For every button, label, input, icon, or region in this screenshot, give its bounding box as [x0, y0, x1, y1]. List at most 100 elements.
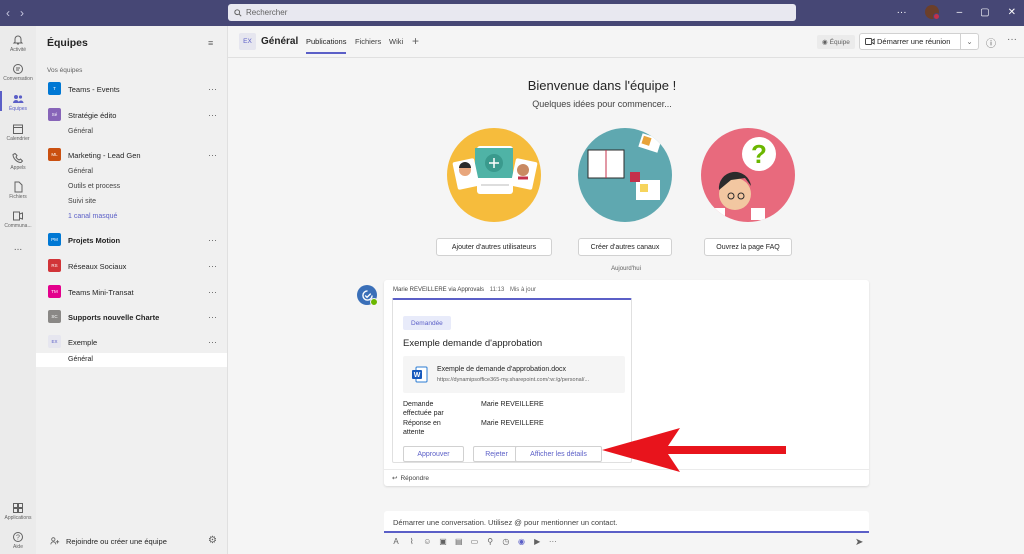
svg-text:W: W: [414, 372, 421, 379]
more-options-icon[interactable]: ···: [208, 287, 217, 297]
filter-icon[interactable]: ≡: [208, 38, 213, 48]
message-time: 11:13: [489, 287, 505, 293]
more-icon: ...: [13, 242, 23, 253]
team-item[interactable]: RS Réseaux Sociaux ···: [36, 257, 228, 275]
requested-by-label: Demande effectuée par: [403, 401, 444, 417]
approvals-avatar[interactable]: [357, 285, 378, 306]
create-channels-button[interactable]: Créer d'autres canaux: [578, 238, 672, 256]
team-item[interactable]: SC Supports nouvelle Charte ···: [36, 308, 228, 326]
team-item[interactable]: EX Exemple ···: [36, 333, 228, 351]
minimize-icon[interactable]: –: [957, 7, 963, 18]
rail-chat[interactable]: Conversation: [0, 63, 36, 82]
attachment[interactable]: W Exemple de demande d'approbation.docx …: [403, 356, 625, 393]
more-options-icon[interactable]: ···: [208, 337, 217, 347]
schedule-icon[interactable]: ◷: [501, 537, 511, 546]
open-faq-button[interactable]: Ouvrez la page FAQ: [704, 238, 792, 256]
rail-activity[interactable]: Activité: [0, 34, 36, 53]
team-item[interactable]: ML Marketing - Lead Gen ···: [36, 146, 228, 164]
channel-item[interactable]: Outils et process: [68, 183, 120, 190]
rail-more[interactable]: ...: [0, 242, 36, 253]
more-options-icon[interactable]: ···: [208, 261, 217, 271]
team-item[interactable]: PM Projets Motion ···: [36, 231, 228, 249]
more-options-icon[interactable]: ···: [208, 312, 217, 322]
attach-icon[interactable]: ⌇: [407, 537, 417, 546]
restore-icon[interactable]: ▢: [980, 7, 989, 18]
create-channels-illustration: [578, 128, 672, 222]
emoji-icon[interactable]: ☺: [422, 537, 432, 546]
faq-illustration: ?: [701, 128, 795, 222]
rail-calls[interactable]: Appels: [0, 152, 36, 171]
team-button[interactable]: ◉ Équipe: [817, 35, 855, 49]
chat-icon: [13, 64, 23, 74]
more-options-icon[interactable]: ···: [208, 84, 217, 94]
forward-arrow-icon[interactable]: ›: [20, 6, 24, 20]
reject-button[interactable]: Rejeter: [473, 446, 520, 462]
channel-item[interactable]: Général: [68, 168, 93, 175]
add-tab-icon[interactable]: +: [412, 34, 419, 48]
rail-help[interactable]: ? Aide: [0, 531, 36, 550]
team-button-label: Équipe: [829, 38, 850, 46]
channel-item[interactable]: Suivi site: [68, 198, 96, 205]
rail-communities[interactable]: Communa...: [0, 210, 36, 229]
more-options-icon[interactable]: ···: [208, 235, 217, 245]
rail-apps[interactable]: Applications: [0, 502, 36, 521]
format-icon[interactable]: A: [391, 537, 401, 546]
tab-files[interactable]: Fichiers: [355, 37, 381, 46]
panel-title: Équipes: [47, 37, 88, 49]
more-options-icon[interactable]: ···: [208, 110, 217, 120]
gif-icon[interactable]: ▣: [438, 537, 448, 546]
team-item[interactable]: Sé Stratégie édito ···: [36, 106, 228, 124]
active-channel-highlight: [36, 353, 227, 367]
chevron-down-icon[interactable]: ⌄: [960, 34, 978, 49]
rail-calendar[interactable]: Calendrier: [0, 123, 36, 142]
user-avatar[interactable]: [924, 5, 940, 20]
team-tile: Sé: [48, 108, 61, 121]
back-arrow-icon[interactable]: ‹: [6, 6, 10, 20]
channel-item-active[interactable]: Général: [68, 356, 93, 363]
message-author[interactable]: Marie REVEILLERE via Approvals: [393, 287, 484, 293]
info-icon[interactable]: ⓘ: [986, 35, 996, 50]
rail-teams[interactable]: Équipes: [0, 91, 36, 112]
team-name: Réseaux Sociaux: [68, 261, 127, 271]
team-item[interactable]: T Teams - Events ···: [36, 80, 228, 98]
close-icon[interactable]: ✕: [1008, 7, 1016, 18]
help-icon: ?: [13, 532, 23, 542]
compose-placeholder: Démarrer une conversation. Utilisez @ po…: [393, 518, 618, 527]
start-meeting-button[interactable]: Démarrer une réunion ⌄: [859, 33, 979, 50]
calendar-icon: [13, 124, 23, 134]
approval-card: Demandée Exemple demande d'approbation W…: [392, 298, 632, 463]
team-item[interactable]: TM Teams Mini-Transat ···: [36, 283, 228, 301]
send-icon[interactable]: ➤: [855, 537, 863, 548]
approvals-app-icon[interactable]: ◉: [517, 537, 527, 546]
more-options-icon[interactable]: ···: [548, 537, 558, 546]
meet-now-icon[interactable]: ▭: [469, 537, 479, 546]
compose-box[interactable]: Démarrer une conversation. Utilisez @ po…: [384, 511, 869, 533]
more-options-icon[interactable]: ···: [897, 7, 907, 18]
approve-button[interactable]: Approuver: [403, 446, 464, 462]
eye-icon: ◉: [822, 39, 828, 46]
view-details-button[interactable]: Afficher les détails: [515, 446, 602, 462]
gear-icon[interactable]: ⚙: [208, 535, 217, 546]
message-edited: Mis à jour: [509, 287, 536, 293]
join-create-team[interactable]: Rejoindre ou créer une équipe: [50, 536, 167, 546]
team-tile: TM: [48, 285, 61, 298]
file-icon: [14, 181, 23, 193]
tab-wiki[interactable]: Wiki: [389, 37, 403, 46]
sticker-icon[interactable]: ▤: [454, 537, 464, 546]
more-options-icon[interactable]: ···: [208, 150, 217, 160]
more-options-icon[interactable]: ···: [1007, 34, 1017, 45]
tab-publications[interactable]: Publications: [306, 37, 347, 54]
channel-item[interactable]: Général: [68, 128, 93, 135]
window-controls: ··· – ▢ ✕: [897, 5, 1016, 20]
app-rail: Activité Conversation Équipes Calendrier…: [0, 26, 36, 554]
search-input[interactable]: Rechercher: [228, 4, 796, 21]
attachment-name: Exemple de demande d'approbation.docx: [437, 366, 566, 373]
praise-icon[interactable]: ⚲: [485, 537, 495, 546]
team-tile: ML: [48, 148, 61, 161]
video-icon[interactable]: ▶: [532, 537, 542, 546]
add-users-button[interactable]: Ajouter d'autres utilisateurs: [436, 238, 552, 256]
rail-files[interactable]: Fichiers: [0, 181, 36, 200]
rail-label: Appels: [10, 165, 26, 171]
rail-label: Calendrier: [6, 136, 30, 142]
hidden-channels-link[interactable]: 1 canal masqué: [68, 213, 117, 220]
